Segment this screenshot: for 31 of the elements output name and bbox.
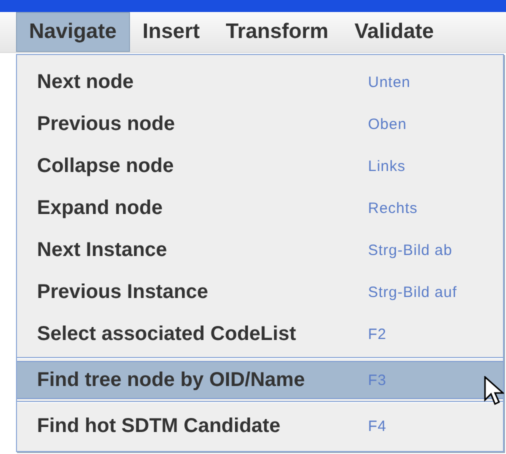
- menu-entry[interactable]: Previous Instance Strg-Bild auf: [17, 271, 503, 313]
- shortcut-label: Unten: [368, 74, 411, 90]
- shortcut-label: Oben: [368, 116, 407, 132]
- menu-entry-label: Select associated CodeList: [37, 322, 297, 346]
- shortcut-label: Links: [368, 158, 406, 174]
- menu-entry-label: Previous node: [37, 112, 176, 136]
- menu-entry[interactable]: Next Instance Strg-Bild ab: [17, 229, 503, 271]
- menu-item[interactable]: Insert: [130, 12, 213, 52]
- menu-entry[interactable]: Find tree node by OID/Name F3: [17, 361, 503, 399]
- menu-item[interactable]: Validate: [341, 12, 447, 52]
- menu-entry-label: Find hot SDTM Candidate: [37, 414, 282, 438]
- menu-item[interactable]: Transform: [212, 12, 342, 52]
- menu-entry-label: Collapse node: [37, 154, 175, 178]
- menu-entry[interactable]: Previous node Oben: [17, 103, 503, 145]
- menu-entry-label: Next node: [37, 70, 135, 94]
- menu-entry-label: Find tree node by OID/Name: [37, 368, 306, 392]
- menu-item[interactable]: Navigate: [16, 12, 130, 52]
- shortcut-label: F4: [368, 418, 387, 434]
- menu-entry[interactable]: Next node Unten: [17, 61, 503, 103]
- menu-entry[interactable]: Collapse node Links: [17, 145, 503, 187]
- shortcut-label: F3: [368, 372, 387, 388]
- menu-entry-label: Next Instance: [37, 238, 168, 262]
- menu-entry[interactable]: Select associated CodeList F2: [17, 313, 503, 355]
- shortcut-label: F2: [368, 326, 387, 342]
- menu-entry[interactable]: Expand node Rechts: [17, 187, 503, 229]
- menu-entry-label: Expand node: [37, 196, 164, 220]
- shortcut-label: Rechts: [368, 200, 418, 216]
- menu-entry-label: Previous Instance: [37, 280, 210, 304]
- menu-entry[interactable]: Find hot SDTM Candidate F4: [17, 405, 503, 447]
- shortcut-label: Strg-Bild ab: [368, 242, 452, 258]
- shortcut-label: Strg-Bild auf: [368, 284, 458, 300]
